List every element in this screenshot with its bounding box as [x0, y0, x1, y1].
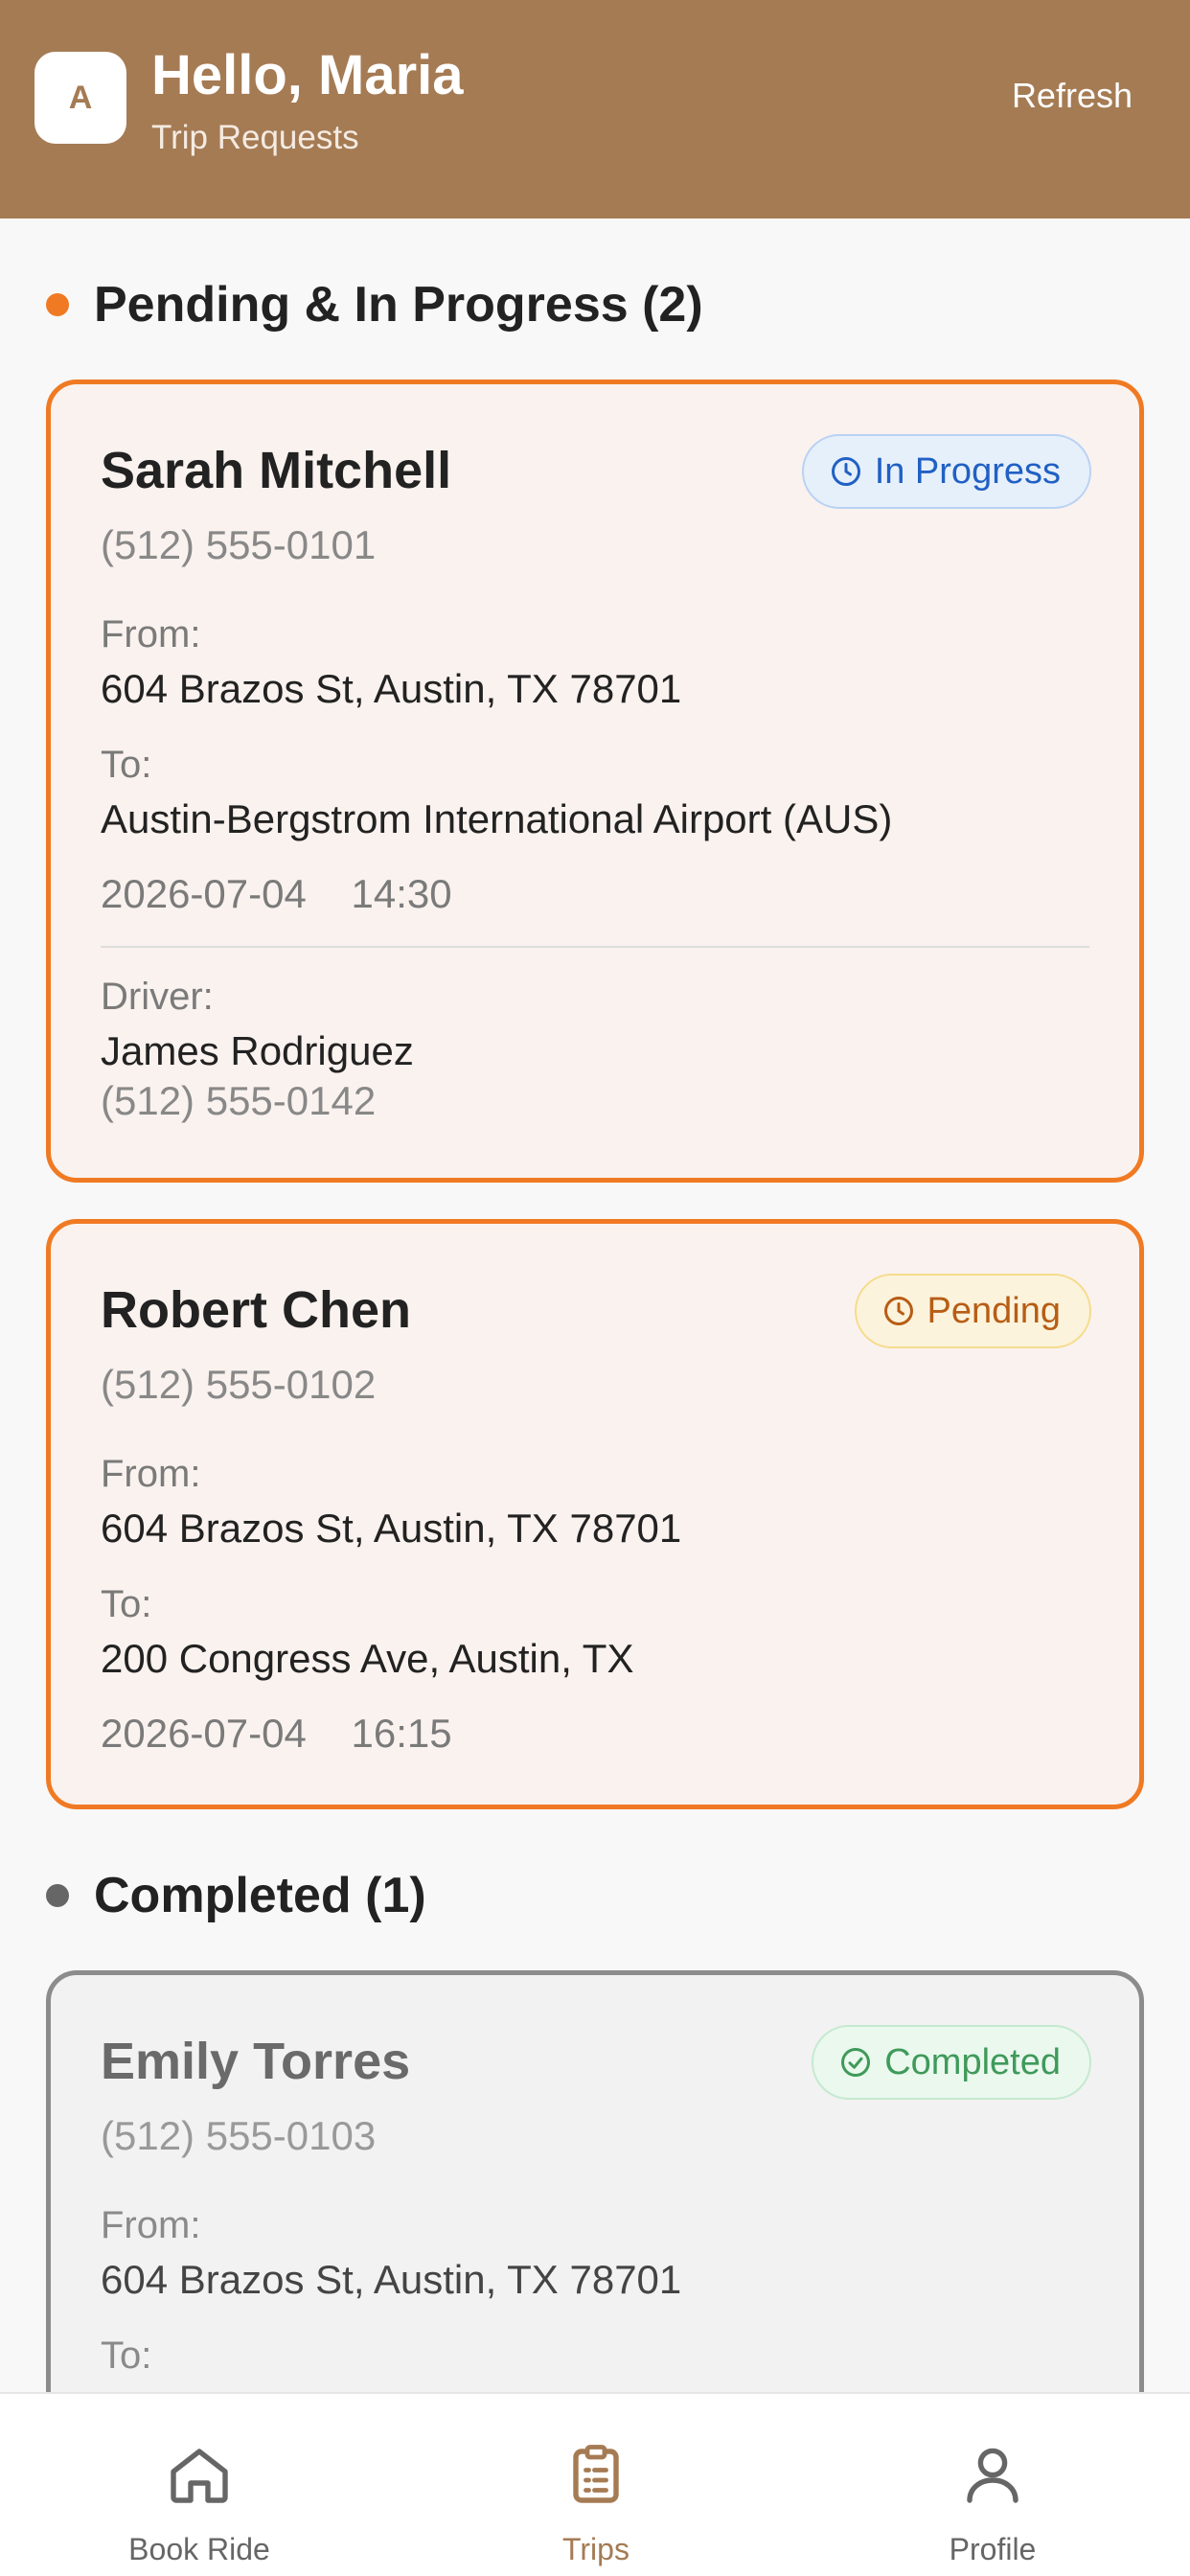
section-title-completed: Completed (1)	[94, 1868, 426, 1923]
from-address: 604 Brazos St, Austin, TX 78701	[101, 2257, 682, 2302]
status-badge: Pending	[854, 1274, 1091, 1348]
nav-item-book-ride[interactable]: Book Ride	[84, 2440, 314, 2568]
section-title-active: Pending & In Progress (2)	[94, 277, 703, 333]
nav-label: Trips	[562, 2532, 629, 2566]
section-heading-active: Pending & In Progress (2)	[46, 276, 703, 334]
to-address: 200 Congress Ave, Austin, TX	[101, 1636, 634, 1681]
from-address: 604 Brazos St, Austin, TX 78701	[101, 1506, 682, 1551]
avatar-letter: A	[68, 79, 93, 116]
to-address: Austin-Bergstrom International Airport (…	[101, 796, 893, 841]
passenger-name: Sarah Mitchell	[101, 442, 452, 499]
passenger-phone[interactable]: (512) 555-0102	[101, 1360, 376, 1410]
nav-item-trips[interactable]: Trips	[481, 2440, 711, 2568]
driver-label: Driver:	[101, 976, 214, 1018]
status-badge-label: Pending	[927, 1290, 1061, 1331]
from-label: From:	[101, 613, 201, 656]
section-heading-completed: Completed (1)	[46, 1867, 426, 1924]
user-icon	[967, 2448, 1018, 2503]
nav-label: Book Ride	[128, 2532, 270, 2566]
driver-phone[interactable]: (512) 555-0142	[101, 1076, 376, 1126]
nav-label: Profile	[949, 2532, 1037, 2566]
passenger-name: Emily Torres	[101, 2033, 411, 2090]
trip-card[interactable]: Sarah Mitchell In Progress (512) 555-010…	[46, 380, 1144, 1183]
status-dot-icon	[46, 293, 69, 316]
clock-icon	[831, 457, 860, 486]
status-badge: Completed	[812, 2025, 1091, 2100]
nav-item-profile[interactable]: Profile	[878, 2440, 1108, 2568]
trip-datetime: 2026-07-04 14:30	[101, 871, 452, 916]
page-subtitle: Trip Requests	[151, 119, 359, 156]
driver-name: James Rodriguez	[101, 1028, 414, 1073]
status-badge: In Progress	[801, 434, 1091, 509]
divider	[101, 946, 1089, 948]
to-label: To:	[101, 2334, 152, 2377]
trip-datetime: 2026-07-04 16:15	[101, 1711, 452, 1756]
refresh-button[interactable]: Refresh	[1012, 75, 1133, 117]
from-label: From:	[101, 1453, 201, 1495]
status-dot-icon	[46, 1884, 69, 1907]
passenger-phone[interactable]: (512) 555-0101	[101, 520, 376, 570]
to-label: To:	[101, 1583, 152, 1625]
status-badge-label: In Progress	[874, 450, 1061, 492]
avatar[interactable]: A	[34, 52, 126, 144]
bottom-nav: Book Ride Trips Profile	[0, 2392, 1190, 2576]
to-label: To:	[101, 744, 152, 786]
passenger-phone[interactable]: (512) 555-0103	[101, 2111, 376, 2161]
clock-icon	[883, 1297, 913, 1325]
passenger-name: Robert Chen	[101, 1281, 411, 1339]
from-address: 604 Brazos St, Austin, TX 78701	[101, 666, 682, 711]
status-badge-label: Completed	[884, 2041, 1061, 2082]
greeting-title: Hello, Maria	[151, 44, 464, 106]
trip-card[interactable]: Robert Chen Pending (512) 555-0102 From:…	[46, 1219, 1144, 1809]
app-header: A Hello, Maria Trip Requests Refresh	[0, 0, 1190, 218]
from-label: From:	[101, 2204, 201, 2246]
check-circle-icon	[841, 2048, 871, 2077]
home-icon	[171, 2449, 228, 2503]
clipboard-icon	[573, 2445, 619, 2503]
